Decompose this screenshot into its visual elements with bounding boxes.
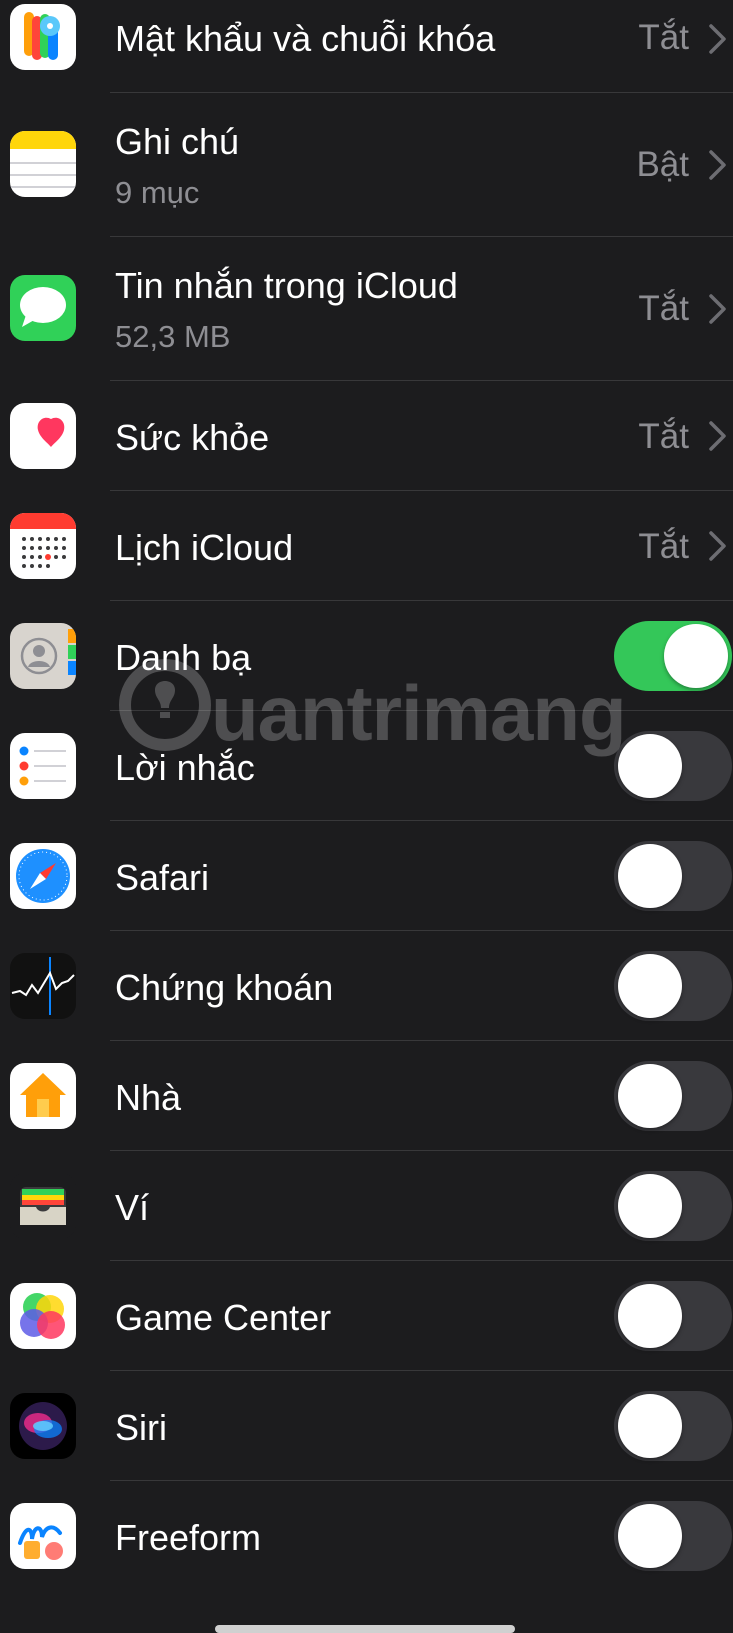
toggle-knob <box>618 734 682 798</box>
freeform-icon <box>10 1503 76 1569</box>
row-label: Sức khỏe <box>115 417 270 458</box>
row-game-center[interactable]: Game Center <box>0 1261 733 1371</box>
chevron-right-icon <box>709 24 726 54</box>
row-label: Lịch iCloud <box>115 527 294 568</box>
row-contacts[interactable]: Danh bạ <box>0 601 733 711</box>
row-sublabel: 52,3 MB <box>115 319 231 354</box>
home-toggle[interactable] <box>614 1061 732 1131</box>
row-label: Nhà <box>115 1077 182 1118</box>
status-value: Bật <box>636 145 689 184</box>
siri-orb-icon <box>10 1393 76 1459</box>
wallet-toggle[interactable] <box>614 1171 732 1241</box>
freeform-toggle[interactable] <box>614 1501 732 1571</box>
stocks-toggle[interactable] <box>614 951 732 1021</box>
toggle-knob <box>618 1284 682 1348</box>
safari-toggle[interactable] <box>614 841 732 911</box>
row-label: Lời nhắc <box>115 747 255 788</box>
notes-icon <box>10 131 76 197</box>
game-center-toggle[interactable] <box>614 1281 732 1351</box>
status-value: Tắt <box>638 289 689 328</box>
calendar-icon <box>10 513 76 579</box>
toggle-knob <box>618 844 682 908</box>
row-label: Siri <box>115 1407 167 1448</box>
game-center-icon <box>10 1283 76 1349</box>
row-label: Safari <box>115 857 210 898</box>
row-stocks[interactable]: Chứng khoán <box>0 931 733 1041</box>
status-value: Tắt <box>638 417 689 456</box>
row-label: Freeform <box>115 1517 262 1558</box>
siri-toggle[interactable] <box>614 1391 732 1461</box>
row-label: Tin nhắn trong iCloud <box>115 265 458 306</box>
wallet-icon <box>10 1173 76 1239</box>
toggle-knob <box>618 1064 682 1128</box>
reminders-toggle[interactable] <box>614 731 732 801</box>
row-siri[interactable]: Siri <box>0 1371 733 1481</box>
row-health[interactable]: Sức khỏe Tắt <box>0 381 733 491</box>
safari-compass-icon <box>10 843 76 909</box>
status-value: Tắt <box>638 18 689 57</box>
row-label: Danh bạ <box>115 637 252 678</box>
row-label: Chứng khoán <box>115 967 334 1008</box>
toggle-knob <box>664 624 728 688</box>
home-indicator <box>215 1625 515 1633</box>
chevron-right-icon <box>709 150 726 180</box>
health-heart-icon <box>10 403 76 469</box>
row-label: Ví <box>115 1187 150 1228</box>
chevron-right-icon <box>709 421 726 451</box>
stocks-chart-icon <box>10 953 76 1019</box>
row-freeform[interactable]: Freeform <box>0 1481 733 1630</box>
row-messages-icloud[interactable]: Tin nhắn trong iCloud 52,3 MB Tắt <box>0 237 733 380</box>
toggle-knob <box>618 1174 682 1238</box>
row-notes[interactable]: Ghi chú 9 mục Bật <box>0 93 733 236</box>
home-house-icon <box>10 1063 76 1129</box>
row-label: Ghi chú <box>115 121 240 162</box>
row-icloud-calendar[interactable]: Lịch iCloud Tắt <box>0 491 733 601</box>
reminders-icon <box>10 733 76 799</box>
contacts-icon <box>10 623 76 689</box>
row-sublabel: 9 mục <box>115 175 200 210</box>
messages-icon <box>10 275 76 341</box>
row-label: Mật khẩu và chuỗi khóa <box>115 18 496 59</box>
icloud-apps-list: Mật khẩu và chuỗi khóa Tắt Ghi chú 9 mục… <box>0 0 733 1633</box>
row-wallet[interactable]: Ví <box>0 1151 733 1261</box>
contacts-toggle[interactable] <box>614 621 732 691</box>
row-home[interactable]: Nhà <box>0 1041 733 1151</box>
toggle-knob <box>618 954 682 1018</box>
chevron-right-icon <box>709 294 726 324</box>
row-passwords-keychain[interactable]: Mật khẩu và chuỗi khóa Tắt <box>0 0 733 92</box>
row-safari[interactable]: Safari <box>0 821 733 931</box>
status-value: Tắt <box>638 527 689 566</box>
row-label: Game Center <box>115 1297 332 1338</box>
toggle-knob <box>618 1394 682 1458</box>
toggle-knob <box>618 1504 682 1568</box>
passwords-key-icon <box>10 4 76 70</box>
chevron-right-icon <box>709 531 726 561</box>
row-reminders[interactable]: Lời nhắc <box>0 711 733 821</box>
